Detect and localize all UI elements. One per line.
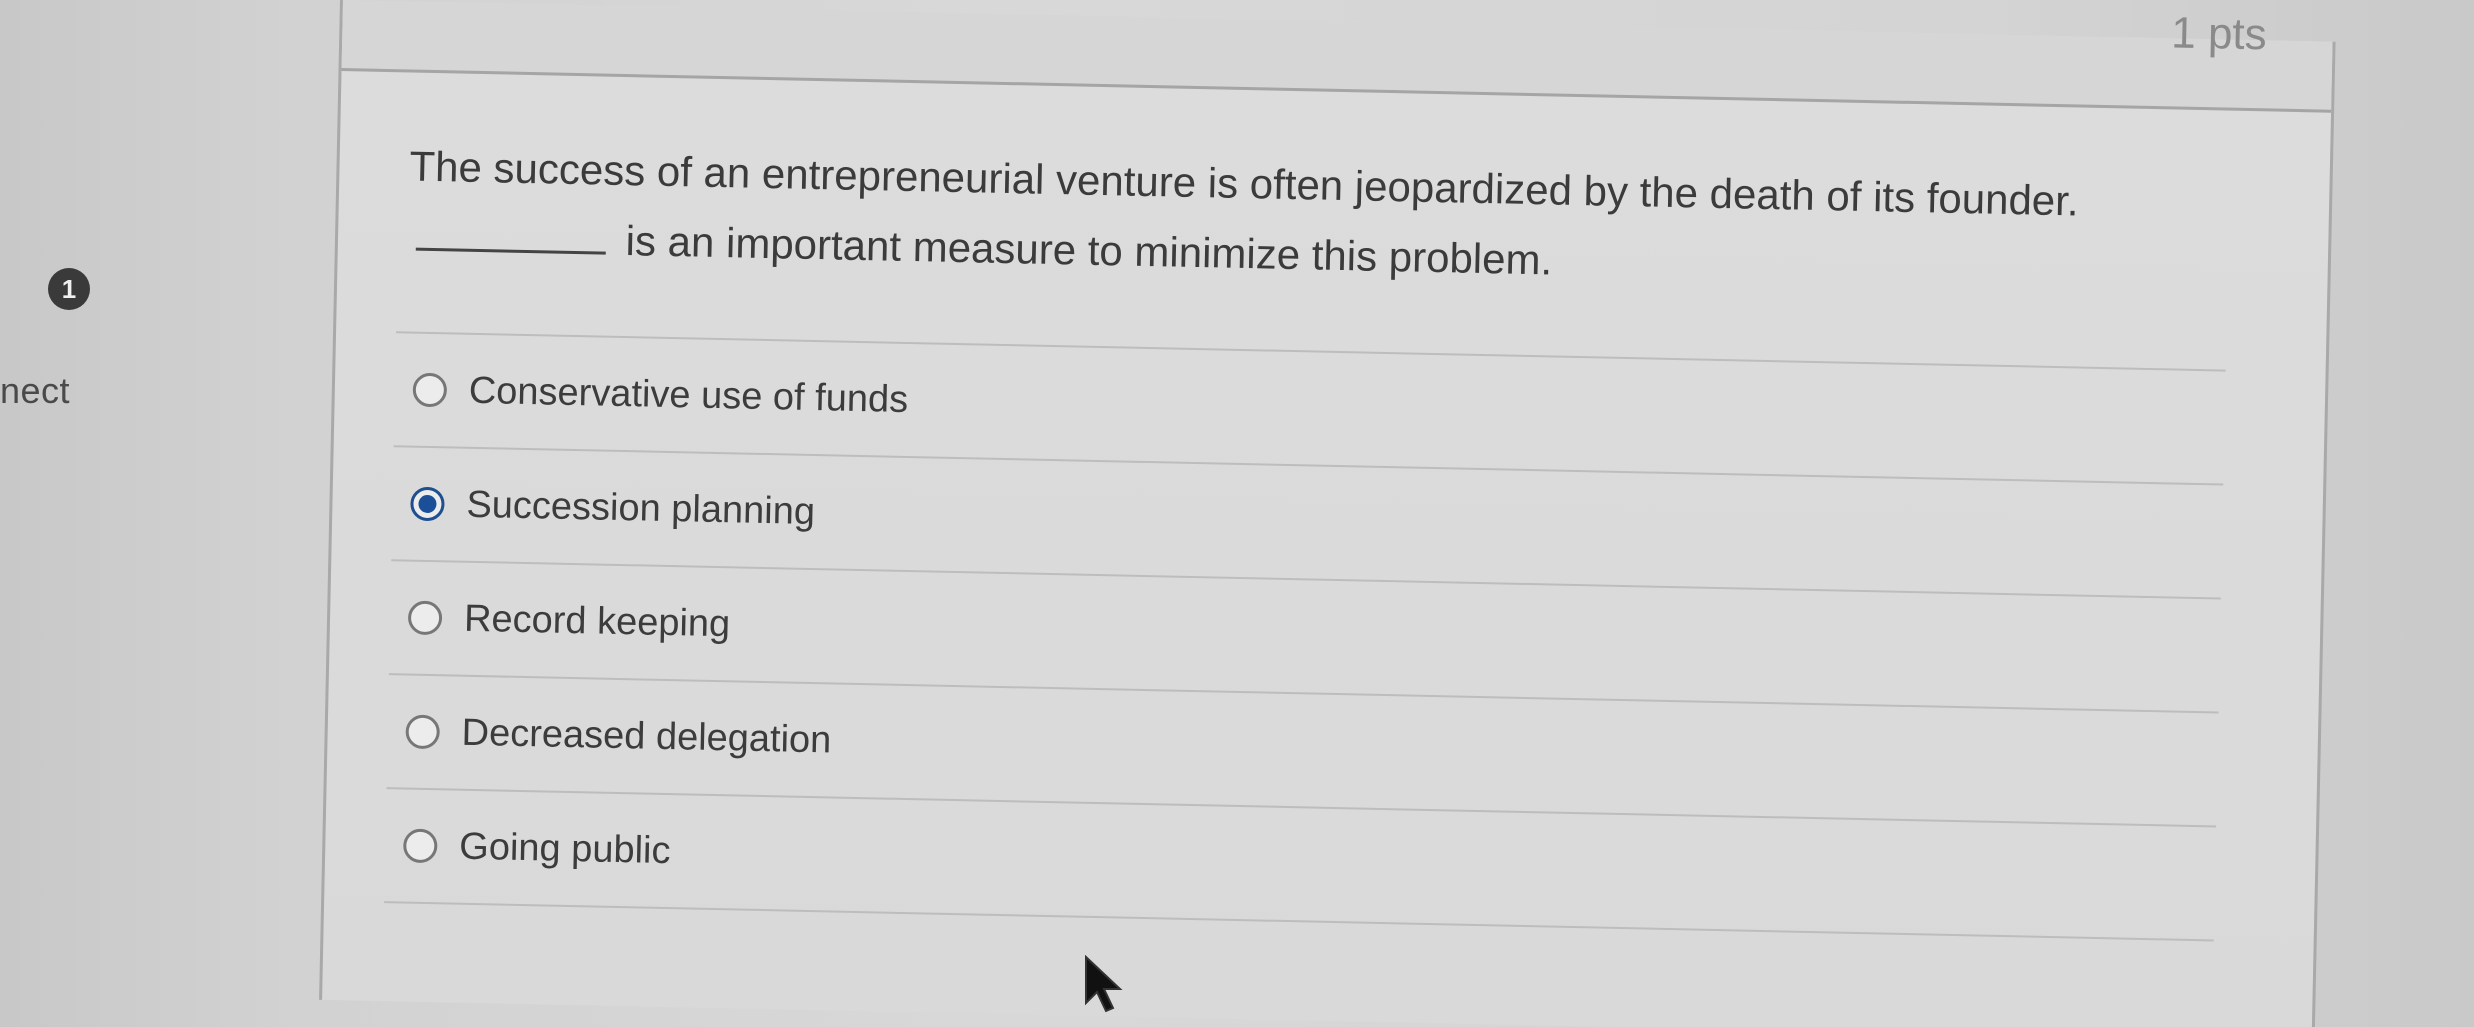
question-number-badge[interactable]: 1: [48, 268, 90, 310]
radio-button-selected[interactable]: [410, 486, 445, 522]
points-label: 1 pts: [2170, 8, 2268, 60]
question-header: 1 pts: [341, 0, 2333, 113]
question-text-part2: is an important measure to minimize this…: [625, 217, 1553, 284]
answer-list: Conservative use of funds Succession pla…: [384, 331, 2226, 942]
answer-label[interactable]: Conservative use of funds: [468, 369, 908, 421]
question-card: 1 pts The success of an entrepreneurial …: [319, 0, 2336, 1027]
status-text: nect: [0, 370, 71, 411]
radio-button[interactable]: [407, 600, 443, 636]
answer-label[interactable]: Succession planning: [466, 483, 815, 533]
question-text-part1: The success of an entrepreneurial ventur…: [409, 142, 2080, 225]
radio-button[interactable]: [405, 714, 441, 750]
fill-in-blank: [415, 211, 607, 255]
radio-button[interactable]: [412, 372, 448, 408]
question-text: The success of an entrepreneurial ventur…: [407, 132, 2190, 309]
answer-label[interactable]: Record keeping: [464, 597, 731, 646]
radio-button[interactable]: [402, 828, 438, 864]
answer-label[interactable]: Decreased delegation: [461, 711, 832, 762]
question-number: 1: [61, 273, 77, 304]
quiz-screen: 1 nect 1 pts The success of an entrepren…: [0, 0, 2474, 1027]
answer-label[interactable]: Going public: [459, 825, 671, 872]
